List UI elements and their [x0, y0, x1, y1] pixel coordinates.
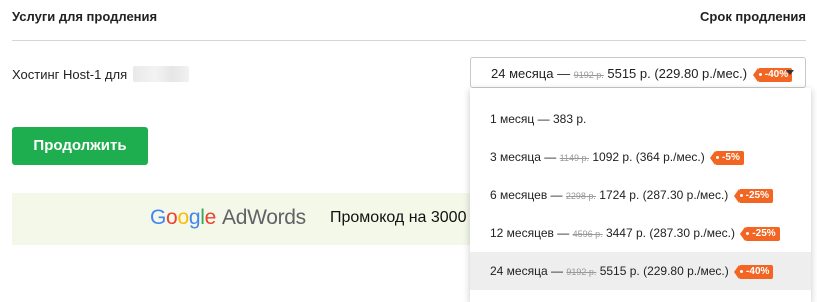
- option-6-months[interactable]: 6 месяцев — 2298 р. 1724 р. (287.30 р./м…: [470, 176, 811, 214]
- option-12-months[interactable]: 12 месяцев — 4596 р. 3447 р. (287.30 р./…: [470, 214, 811, 252]
- adwords-logo-text: AdWords: [221, 206, 306, 229]
- caret-down-icon[interactable]: [786, 70, 794, 75]
- period-column-title: Срок продления: [700, 9, 806, 24]
- selected-period: 24 месяца —: [491, 66, 571, 81]
- option-discount-badge: -25%: [740, 227, 780, 241]
- option-discount-badge: -40%: [733, 265, 774, 279]
- selected-old-price: 9192 р.: [573, 70, 604, 80]
- option-1-month[interactable]: 1 месяц — 383 р.: [470, 100, 811, 138]
- option-24-months[interactable]: 24 месяца — 9192 р. 5515 р. (229.80 р./м…: [470, 252, 811, 290]
- option-period: 6 месяцев —: [490, 188, 563, 202]
- adwords-promo-banner[interactable]: Google AdWords Промокод на 3000: [12, 193, 512, 245]
- continue-button[interactable]: Продолжить: [12, 127, 148, 165]
- option-old-price: 1149 р.: [559, 153, 590, 163]
- blurred-domain: [132, 66, 189, 82]
- service-row: Хостинг Host-1 для: [12, 66, 189, 82]
- service-name: Хостинг Host-1 для: [12, 67, 128, 82]
- option-price: 5515 р. (229.80 р./мес.): [599, 264, 729, 278]
- google-logo-text: Google: [150, 206, 216, 229]
- services-column-title: Услуги для продления: [12, 9, 158, 24]
- option-3-months[interactable]: 3 месяца — 1149 р. 1092 р. (364 р./мес.)…: [470, 138, 811, 176]
- option-discount-badge: -5%: [710, 151, 744, 165]
- option-old-price: 2298 р.: [565, 191, 596, 201]
- google-adwords-logo: Google AdWords: [150, 206, 306, 230]
- selected-price: 5515 р. (229.80 р./мес.): [607, 66, 748, 81]
- period-dropdown-list: 1 месяц — 383 р. 3 месяца — 1149 р. 1092…: [470, 88, 811, 302]
- option-price: 1724 р. (287.30 р./мес.): [599, 188, 729, 202]
- option-old-price: 4596 р.: [572, 229, 603, 239]
- option-price: 3447 р. (287.30 р./мес.): [605, 226, 735, 240]
- option-period: 12 месяцев —: [490, 226, 570, 240]
- promo-text: Промокод на 3000: [330, 209, 467, 226]
- selected-period-text: 24 месяца — 9192 р. 5515 р. (229.80 р./м…: [491, 66, 793, 82]
- option-price: 1092 р. (364 р./мес.): [592, 150, 705, 164]
- option-period: 3 месяца —: [490, 150, 557, 164]
- renewal-period-select[interactable]: 24 месяца — 9192 р. 5515 р. (229.80 р./м…: [470, 57, 806, 88]
- header-divider: [12, 40, 806, 41]
- option-period: 24 месяца —: [490, 264, 563, 278]
- option-discount-badge: -25%: [733, 189, 773, 203]
- option-period: 1 месяц — 383 р.: [490, 112, 587, 126]
- option-old-price: 9192 р.: [566, 267, 597, 277]
